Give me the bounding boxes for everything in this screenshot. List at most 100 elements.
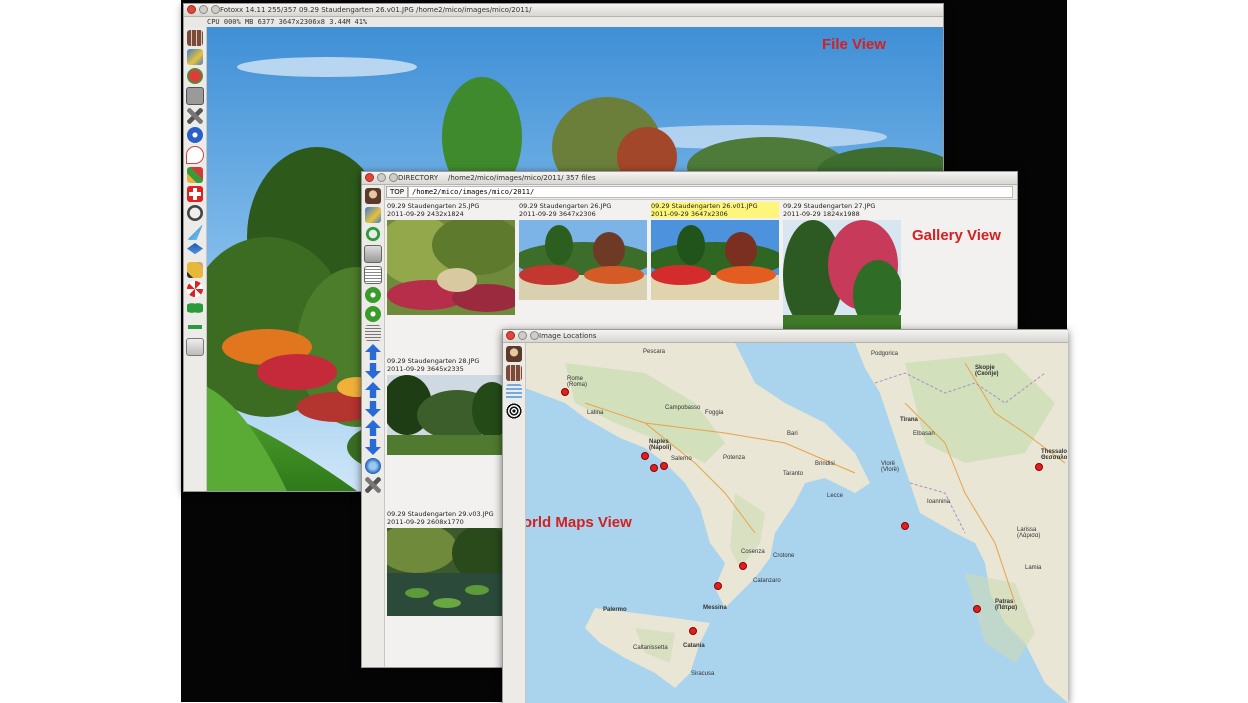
map-city-label: Larissa (Λάρισα) xyxy=(1017,527,1041,539)
thumbnail-25[interactable] xyxy=(387,220,515,315)
main-toolbar xyxy=(184,27,207,491)
map-city-label: Caltanissetta xyxy=(633,645,668,651)
wave-icon[interactable] xyxy=(187,300,203,316)
minimize-button[interactable] xyxy=(518,330,527,340)
thumbnail-26v01[interactable] xyxy=(651,220,779,300)
arrow-up-icon[interactable] xyxy=(365,420,381,436)
layers-icon[interactable] xyxy=(506,384,522,400)
avatar-icon[interactable] xyxy=(365,188,381,204)
arrow-down-icon[interactable] xyxy=(365,401,381,417)
map-city-label: Skopje (Скопје) xyxy=(975,365,999,377)
refresh-icon[interactable] xyxy=(365,226,381,242)
maps-window-title: Image Locations xyxy=(539,332,597,340)
close-button[interactable] xyxy=(506,330,515,340)
top-button[interactable]: TOP xyxy=(386,186,409,198)
maps-titlebar: Image Locations xyxy=(503,330,1068,343)
location-marker[interactable] xyxy=(561,388,569,396)
map-city-label: Siracusa xyxy=(691,671,715,677)
map-city-label: Campobasso xyxy=(665,405,701,411)
arrows-icon[interactable] xyxy=(187,319,203,335)
grid-icon[interactable] xyxy=(506,365,522,381)
map-city-label: Tirana xyxy=(900,417,918,423)
maximize-button[interactable] xyxy=(530,330,539,340)
map-city-label: Salerno xyxy=(671,456,692,462)
close-button[interactable] xyxy=(187,4,196,14)
thumb-caption: 09.29 Staudengarten 28.JPG 2011-09-29 364… xyxy=(387,357,479,373)
thumb-info: 2011-09-29 2608x1770 xyxy=(387,518,464,526)
gallery-toolbar xyxy=(362,185,385,667)
location-marker[interactable] xyxy=(1035,463,1043,471)
zoom-in-icon[interactable] xyxy=(365,287,381,303)
location-marker[interactable] xyxy=(650,464,658,472)
minimize-button[interactable] xyxy=(377,172,386,182)
map-city-label: Messina xyxy=(703,605,727,611)
brush-icon[interactable] xyxy=(187,167,203,183)
thumbnail-26[interactable] xyxy=(519,220,647,300)
redcross-icon[interactable] xyxy=(187,186,203,202)
layers-icon[interactable] xyxy=(187,243,203,255)
main-status-bar: CPU 000% MB 6377 3647x2306x8 3.44M 41% xyxy=(184,17,943,27)
gallery-titlebar: DIRECTORY /home2/mico/images/mico/2011/ … xyxy=(362,172,1017,185)
thumb-info: 2011-09-29 3647x2306 xyxy=(519,210,596,218)
grid-icon[interactable] xyxy=(187,30,203,46)
tools-icon[interactable] xyxy=(187,108,203,124)
map-city-label: Latina xyxy=(587,410,604,416)
arrow-up-icon[interactable] xyxy=(365,344,381,360)
map-city-label: Naples (Napoli) xyxy=(649,439,672,451)
info-icon[interactable] xyxy=(187,127,203,143)
thumb-caption: 09.29 Staudengarten 29.v03.JPG 2011-09-29… xyxy=(387,510,494,526)
thumb-info: 2011-09-29 3645x2335 xyxy=(387,365,464,373)
thumb-caption: 09.29 Staudengarten 25.JPG 2011-09-29 243… xyxy=(387,202,479,218)
main-window-titlebar: Fotoxx 14.11 255/357 09.29 Staudengarten… xyxy=(184,4,943,17)
arrow-down-icon[interactable] xyxy=(365,363,381,379)
target-icon[interactable] xyxy=(506,403,522,419)
globe-icon[interactable] xyxy=(365,458,381,474)
map-city-label: Ioannina xyxy=(927,499,951,505)
heart-icon[interactable] xyxy=(187,68,203,84)
thumb-caption: 09.29 Staudengarten 27.JPG 2011-09-29 182… xyxy=(783,202,875,218)
thumb-name: 09.29 Staudengarten 26.JPG xyxy=(519,202,612,210)
map-city-label: Foggia xyxy=(705,410,724,416)
arrow-down-icon[interactable] xyxy=(365,439,381,455)
document-icon[interactable] xyxy=(364,266,382,284)
lifebuoy-icon[interactable] xyxy=(187,281,203,297)
map-city-label: Lecce xyxy=(827,493,844,499)
thumbnail-27[interactable] xyxy=(783,220,901,330)
tools-icon[interactable] xyxy=(365,477,381,493)
location-marker[interactable] xyxy=(689,627,697,635)
map-city-label: Elbasan xyxy=(913,431,935,437)
location-marker[interactable] xyxy=(901,522,909,530)
map-city-label: Thessalo Θεσσαλο xyxy=(1041,449,1068,461)
drop-icon[interactable] xyxy=(186,146,204,164)
maps-toolbar xyxy=(503,343,526,703)
gallery-title-label: DIRECTORY xyxy=(398,174,439,182)
pencil-icon[interactable] xyxy=(187,262,203,278)
sort-icon[interactable] xyxy=(365,325,381,341)
mask-icon[interactable] xyxy=(187,205,203,221)
location-marker[interactable] xyxy=(714,582,722,590)
location-marker[interactable] xyxy=(660,462,668,470)
location-marker[interactable] xyxy=(973,605,981,613)
map-city-label: Potenza xyxy=(723,455,746,461)
location-marker[interactable] xyxy=(641,452,649,460)
thumbnail-28[interactable] xyxy=(387,375,505,455)
map-city-label: Podgorica xyxy=(871,351,899,357)
maximize-button[interactable] xyxy=(389,172,398,182)
avatar-icon[interactable] xyxy=(506,346,522,362)
gallery-path-field[interactable]: /home2/mico/images/mico/2011/ xyxy=(408,186,1013,198)
folder-icon[interactable] xyxy=(364,245,382,263)
download-icon[interactable] xyxy=(186,338,204,356)
mosaic-icon[interactable] xyxy=(365,207,381,223)
map-city-label: Taranto xyxy=(783,471,804,477)
minimize-button[interactable] xyxy=(199,4,208,14)
map-city-label: Bari xyxy=(787,431,798,437)
bird-icon[interactable] xyxy=(187,224,203,240)
thumbnail-29v03[interactable] xyxy=(387,528,505,616)
maximize-button[interactable] xyxy=(211,4,220,14)
location-marker[interactable] xyxy=(739,562,747,570)
mosaic-icon[interactable] xyxy=(187,49,203,65)
zoom-out-icon[interactable] xyxy=(365,306,381,322)
file-icon[interactable] xyxy=(186,87,204,105)
arrow-up-icon[interactable] xyxy=(365,382,381,398)
close-button[interactable] xyxy=(365,172,374,182)
